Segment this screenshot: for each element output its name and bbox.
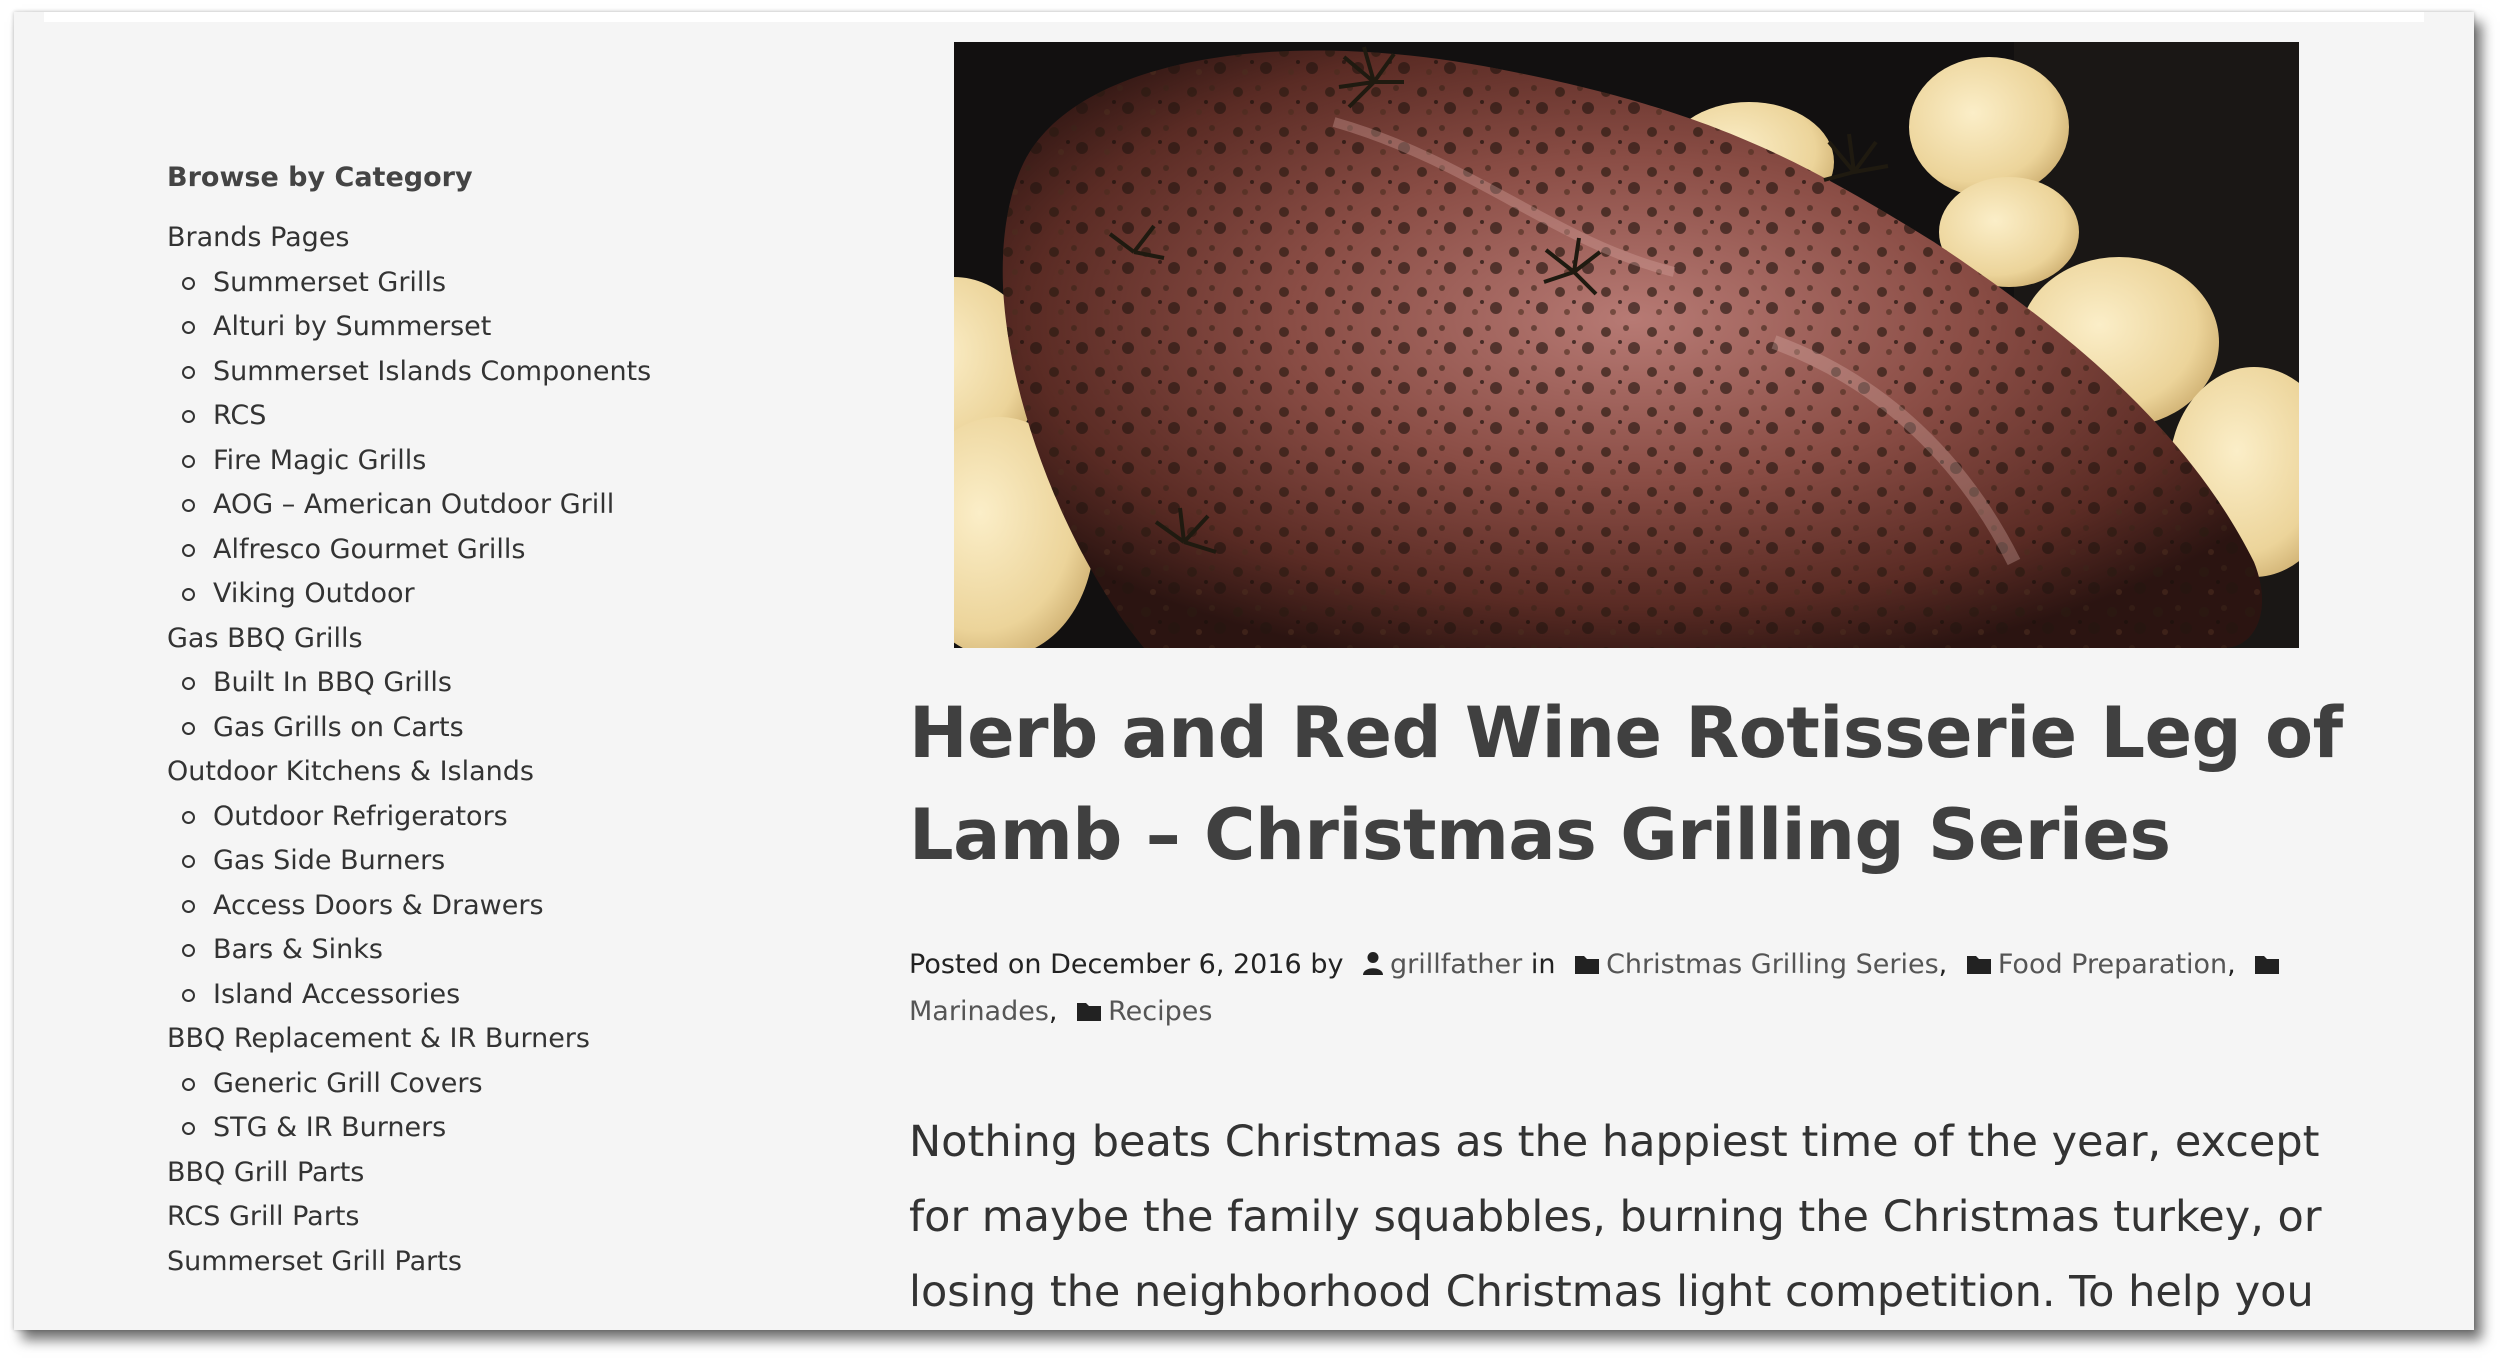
sidebar-subcategory-link[interactable]: RCS xyxy=(213,400,266,431)
user-icon xyxy=(1362,944,1384,989)
post-title[interactable]: Herb and Red Wine Rotisserie Leg of Lamb… xyxy=(909,682,2349,886)
circle-bullet-icon xyxy=(182,321,195,334)
sidebar-subcategory-link[interactable]: Generic Grill Covers xyxy=(213,1068,483,1099)
sidebar-heading: Browse by Category xyxy=(167,162,473,193)
in-label: in xyxy=(1530,949,1556,980)
post-category-link[interactable]: Food Preparation xyxy=(1998,949,2227,980)
circle-bullet-icon xyxy=(182,588,195,601)
sidebar-subcategory-list: Built In BBQ Grills Gas Grills on Carts xyxy=(167,661,787,750)
sidebar-category-item: RCS Grill Parts xyxy=(167,1195,787,1240)
post-featured-image[interactable] xyxy=(954,42,2299,648)
sidebar-subcategory-item: Island Accessories xyxy=(182,973,787,1018)
sidebar-subcategory-item: Bars & Sinks xyxy=(182,928,787,973)
sidebar-subcategory-item: STG & IR Burners xyxy=(182,1106,787,1151)
sidebar-subcategory-link[interactable]: Gas Side Burners xyxy=(213,845,445,876)
sidebar-category-link[interactable]: Gas BBQ Grills xyxy=(167,623,363,654)
sidebar-subcategory-item: Gas Side Burners xyxy=(182,839,787,884)
sidebar-subcategory-item: AOG – American Outdoor Grill xyxy=(182,483,787,528)
sidebar-subcategory-link[interactable]: Gas Grills on Carts xyxy=(213,712,464,743)
circle-bullet-icon xyxy=(182,499,195,512)
sidebar-category-item: Summerset Grill Parts xyxy=(167,1240,787,1285)
sidebar-subcategory-item: Built In BBQ Grills xyxy=(182,661,787,706)
category-separator: , xyxy=(2227,949,2236,980)
category-list: Brands Pages Summerset Grills Alturi by Su… xyxy=(167,216,787,1284)
sidebar-category-item: Outdoor Kitchens & Islands Outdoor Refrig… xyxy=(167,750,787,1017)
circle-bullet-icon xyxy=(182,855,195,868)
sidebar-subcategory-item: Outdoor Refrigerators xyxy=(182,795,787,840)
sidebar-subcategory-link[interactable]: Summerset Islands Components xyxy=(213,356,651,387)
top-border xyxy=(44,12,2424,22)
sidebar-subcategory-link[interactable]: Bars & Sinks xyxy=(213,934,383,965)
circle-bullet-icon xyxy=(182,543,195,557)
sidebar-subcategory-link[interactable]: Fire Magic Grills xyxy=(213,445,426,476)
sidebar-category-item: Brands Pages Summerset Grills Alturi by Su… xyxy=(167,216,787,617)
sidebar-subcategory-link[interactable]: Island Accessories xyxy=(213,979,460,1010)
sidebar-subcategory-item: Alturi by Summerset xyxy=(182,305,787,350)
sidebar-category-link[interactable]: Brands Pages xyxy=(167,222,350,253)
folder-icon xyxy=(2254,944,2280,989)
folder-icon xyxy=(1966,944,1992,989)
circle-bullet-icon xyxy=(182,1122,195,1135)
circle-bullet-icon xyxy=(182,899,195,913)
sidebar-subcategory-link[interactable]: Viking Outdoor xyxy=(213,578,415,609)
circle-bullet-icon xyxy=(182,365,195,379)
sidebar-category-link[interactable]: RCS Grill Parts xyxy=(167,1201,359,1232)
post-category-link[interactable]: Christmas Grilling Series xyxy=(1606,949,1939,980)
sidebar-subcategory-list: Outdoor Refrigerators Gas Side Burners Acc… xyxy=(167,795,787,1018)
posted-on-label: Posted on xyxy=(909,949,1042,980)
sidebar-subcategory-item: Summerset Grills xyxy=(182,261,787,306)
circle-bullet-icon xyxy=(182,944,195,957)
sidebar-subcategory-item: RCS xyxy=(182,394,787,439)
sidebar-subcategory-link[interactable]: Outdoor Refrigerators xyxy=(213,801,508,832)
sidebar-subcategory-item: Generic Grill Covers xyxy=(182,1062,787,1107)
sidebar-category-link[interactable]: BBQ Replacement & IR Burners xyxy=(167,1023,590,1054)
category-separator: , xyxy=(1048,996,1058,1027)
post-category-link[interactable]: Recipes xyxy=(1108,996,1212,1027)
page-frame: Browse by Category Brands Pages Summerset… xyxy=(14,12,2474,1330)
circle-bullet-icon xyxy=(182,410,195,423)
circle-bullet-icon xyxy=(182,988,195,1002)
sidebar-subcategory-link[interactable]: STG & IR Burners xyxy=(213,1112,446,1143)
by-label: by xyxy=(1310,949,1344,980)
sidebar-subcategory-list: Summerset Grills Alturi by Summerset Summe… xyxy=(167,261,787,617)
sidebar-subcategory-item: Fire Magic Grills xyxy=(182,439,787,484)
roast-leg-of-lamb-image xyxy=(954,42,2299,648)
post-date[interactable]: December 6, 2016 xyxy=(1050,949,1302,980)
folder-icon xyxy=(1574,944,1600,989)
circle-bullet-icon xyxy=(182,677,195,690)
sidebar-category-link[interactable]: Summerset Grill Parts xyxy=(167,1246,462,1277)
post-category-link[interactable]: Marinades xyxy=(909,996,1049,1027)
sidebar-category-item: Gas BBQ Grills Built In BBQ Grills Gas Gri… xyxy=(167,617,787,751)
sidebar-category-item: BBQ Replacement & IR Burners Generic Gril… xyxy=(167,1017,787,1151)
sidebar-subcategory-link[interactable]: Built In BBQ Grills xyxy=(213,667,452,698)
sidebar-subcategory-link[interactable]: AOG – American Outdoor Grill xyxy=(213,489,614,520)
sidebar-subcategory-link[interactable]: Alturi by Summerset xyxy=(213,311,491,342)
circle-bullet-icon xyxy=(182,1077,195,1091)
sidebar-subcategory-item: Viking Outdoor xyxy=(182,572,787,617)
sidebar-subcategory-link[interactable]: Alfresco Gourmet Grills xyxy=(213,534,525,565)
folder-icon xyxy=(1076,991,1102,1036)
sidebar-subcategory-item: Access Doors & Drawers xyxy=(182,884,787,929)
circle-bullet-icon xyxy=(182,721,195,735)
category-sidebar: Browse by Category Brands Pages Summerset… xyxy=(167,162,787,1284)
sidebar-subcategory-item: Gas Grills on Carts xyxy=(182,706,787,751)
circle-bullet-icon xyxy=(182,276,195,290)
sidebar-subcategory-item: Alfresco Gourmet Grills xyxy=(182,528,787,573)
post-excerpt: Nothing beats Christmas as the happiest … xyxy=(909,1117,2322,1317)
post-meta: Posted on December 6, 2016 by grillfathe… xyxy=(909,942,2329,1036)
sidebar-subcategory-list: Generic Grill Covers STG & IR Burners xyxy=(167,1062,787,1151)
circle-bullet-icon xyxy=(182,454,195,468)
sidebar-category-link[interactable]: Outdoor Kitchens & Islands xyxy=(167,756,534,787)
sidebar-subcategory-link[interactable]: Access Doors & Drawers xyxy=(213,890,544,921)
post-author[interactable]: grillfather xyxy=(1390,949,1522,980)
sidebar-category-link[interactable]: BBQ Grill Parts xyxy=(167,1157,364,1188)
sidebar-subcategory-item: Summerset Islands Components xyxy=(182,350,787,395)
circle-bullet-icon xyxy=(182,810,195,824)
sidebar-subcategory-link[interactable]: Summerset Grills xyxy=(213,267,446,298)
category-separator: , xyxy=(1938,949,1948,980)
sidebar-category-item: BBQ Grill Parts xyxy=(167,1151,787,1196)
